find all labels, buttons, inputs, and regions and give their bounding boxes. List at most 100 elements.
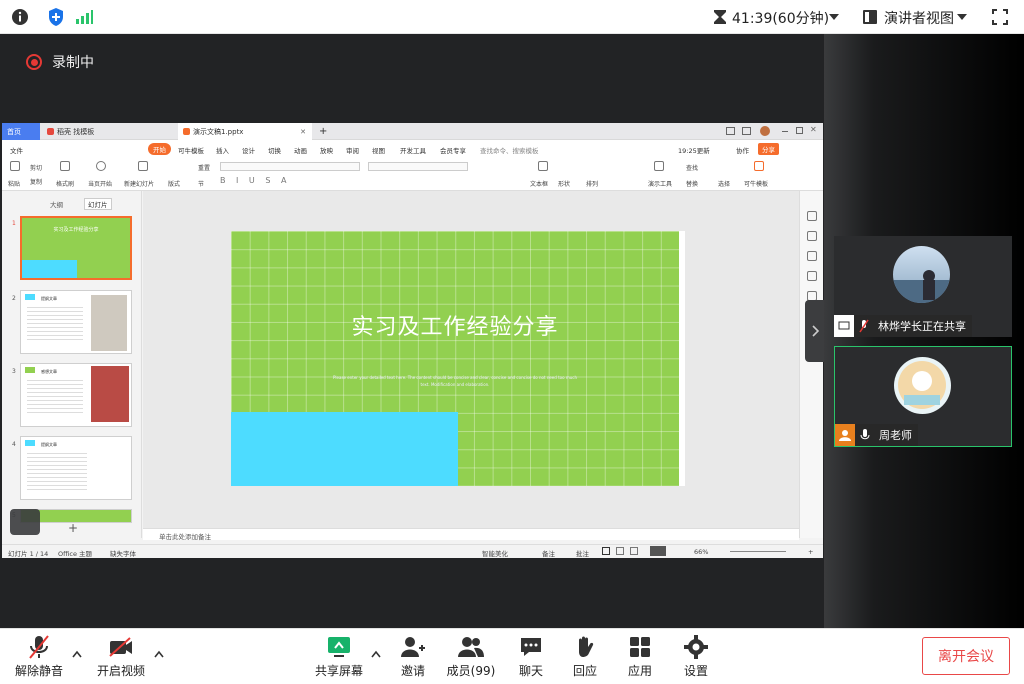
- new-slide-icon[interactable]: [138, 161, 148, 171]
- menu-view[interactable]: 视图: [372, 145, 385, 155]
- missing-font-button[interactable]: 缺失字体: [110, 548, 136, 558]
- add-slide-icon[interactable]: +: [68, 521, 78, 535]
- cut-button[interactable]: 剪切: [30, 163, 42, 172]
- slide-thumbnail-1[interactable]: 实习及工作经验分享: [20, 216, 132, 280]
- play-from-current-icon[interactable]: [96, 161, 106, 171]
- smart-beautify-button[interactable]: 智能美化: [482, 548, 508, 558]
- textbox-icon[interactable]: [538, 161, 548, 171]
- paste-icon[interactable]: [10, 161, 20, 171]
- zoom-in-icon[interactable]: +: [808, 548, 813, 556]
- collab-button[interactable]: 协作: [736, 145, 749, 155]
- reset-button[interactable]: 重置: [198, 163, 210, 172]
- info-icon[interactable]: [10, 7, 30, 27]
- section-button[interactable]: 节: [198, 179, 204, 188]
- chat-label: 聊天: [518, 664, 543, 678]
- replace-button[interactable]: 替换: [686, 179, 698, 188]
- normal-view-icon[interactable]: [602, 547, 610, 555]
- fullscreen-icon[interactable]: [990, 7, 1010, 27]
- play-slideshow-icon[interactable]: [650, 546, 666, 556]
- reading-view-icon[interactable]: [630, 547, 638, 555]
- template-label[interactable]: 可牛模板: [744, 179, 768, 188]
- textbox-label[interactable]: 文本框: [530, 179, 548, 188]
- format-painter-icon[interactable]: [60, 161, 70, 171]
- menu-animation[interactable]: 动画: [294, 145, 307, 155]
- new-slide-label[interactable]: 新建幻灯片: [124, 179, 154, 188]
- slide-thumbnail-2[interactable]: 提纲文章: [20, 290, 132, 354]
- user-avatar[interactable]: [760, 126, 770, 136]
- menu-file[interactable]: 文件: [10, 145, 23, 155]
- tab-home[interactable]: 首页: [2, 123, 40, 140]
- chevron-down-icon[interactable]: [952, 7, 972, 27]
- find-button[interactable]: 查找: [686, 163, 698, 172]
- slide-thumbnail-3[interactable]: 感想文章: [20, 363, 132, 427]
- unmute-button[interactable]: 解除静音: [4, 633, 74, 681]
- tab-docer[interactable]: 稻壳 找模板: [42, 123, 172, 140]
- shield-icon[interactable]: [46, 7, 66, 27]
- share-button[interactable]: 分享: [758, 143, 779, 155]
- tool-icon[interactable]: [807, 231, 817, 241]
- menu-member[interactable]: 会员专享: [440, 145, 466, 155]
- menu-toggle-icon[interactable]: [10, 509, 40, 535]
- comments-toggle[interactable]: 批注: [576, 548, 589, 558]
- sorter-view-icon[interactable]: [616, 547, 624, 555]
- template-icon[interactable]: [754, 161, 764, 171]
- notes-toggle[interactable]: 备注: [542, 548, 555, 558]
- arrange-label[interactable]: 排列: [586, 179, 598, 188]
- menu-templates[interactable]: 可牛模板: [178, 145, 204, 155]
- menu-design[interactable]: 设计: [242, 145, 255, 155]
- font-style-buttons[interactable]: B I U S A: [220, 176, 290, 185]
- chevron-up-icon[interactable]: [72, 649, 82, 659]
- menu-review[interactable]: 审阅: [346, 145, 359, 155]
- menu-start[interactable]: 开始: [148, 143, 171, 155]
- presentation-tools-label[interactable]: 演示工具: [648, 179, 672, 188]
- thumb-accent: [25, 367, 35, 373]
- play-from-current-label[interactable]: 当页开始: [88, 179, 112, 188]
- shape-label[interactable]: 形状: [558, 179, 570, 188]
- view-mode-label[interactable]: 演讲者视图: [884, 8, 954, 28]
- paragraph-tools[interactable]: [368, 162, 468, 171]
- leave-meeting-button[interactable]: 离开会议: [922, 637, 1010, 675]
- grid-icon[interactable]: [742, 127, 751, 135]
- close-tab-icon[interactable]: ✕: [300, 128, 306, 136]
- new-tab-icon[interactable]: +: [314, 123, 328, 140]
- menu-developer[interactable]: 开发工具: [400, 145, 426, 155]
- close-icon[interactable]: ✕: [810, 125, 817, 134]
- outline-tab[interactable]: 大纲: [50, 199, 63, 209]
- tab-presentation[interactable]: 演示文稿1.pptx ✕: [178, 123, 312, 140]
- participant-tile[interactable]: 周老师: [834, 346, 1012, 447]
- presenter-view-icon[interactable]: [860, 7, 880, 27]
- slide-thumbnail-4[interactable]: 提纲文章: [20, 436, 132, 500]
- signal-icon[interactable]: [74, 7, 94, 27]
- layout-icon[interactable]: [726, 127, 735, 135]
- shared-presentation-window: 首页 稻壳 找模板 演示文稿1.pptx ✕ + ✕ 文件 开始 可牛模板 插入…: [2, 123, 823, 558]
- hourglass-icon: [710, 7, 730, 27]
- current-slide[interactable]: 实习及工作经验分享 Please enter your detailed tex…: [231, 231, 679, 486]
- menu-slideshow[interactable]: 放映: [320, 145, 333, 155]
- chevron-up-icon[interactable]: [154, 649, 164, 659]
- maximize-icon[interactable]: [796, 127, 803, 134]
- paste-label[interactable]: 粘贴: [8, 179, 20, 188]
- copy-button[interactable]: 复制: [30, 177, 42, 186]
- presentation-tools-icon[interactable]: [654, 161, 664, 171]
- notes-area[interactable]: 单击此处添加备注: [143, 528, 799, 541]
- zoom-level: 66%: [694, 548, 709, 556]
- start-video-button[interactable]: 开启视频: [86, 633, 156, 681]
- minimize-icon[interactable]: [782, 131, 788, 132]
- settings-button[interactable]: 设置: [661, 633, 731, 681]
- layout-button[interactable]: 版式: [168, 179, 180, 188]
- menu-insert[interactable]: 插入: [216, 145, 229, 155]
- menu-search[interactable]: 查找命令、搜索模板: [480, 145, 539, 155]
- format-painter-label[interactable]: 格式刷: [56, 179, 74, 188]
- chevron-down-icon[interactable]: [824, 7, 844, 27]
- zoom-slider[interactable]: [730, 551, 786, 552]
- tool-icon[interactable]: [807, 211, 817, 221]
- share-screen-button[interactable]: 共享屏幕: [304, 633, 374, 681]
- slides-tab[interactable]: 幻灯片: [84, 198, 112, 210]
- menu-transition[interactable]: 切换: [268, 145, 281, 155]
- tool-icon[interactable]: [807, 271, 817, 281]
- participant-tile[interactable]: 林烨学长正在共享: [834, 236, 1012, 337]
- tool-icon[interactable]: [807, 251, 817, 261]
- slide-number: 3: [12, 368, 16, 375]
- font-select[interactable]: [220, 162, 360, 171]
- select-button[interactable]: 选择: [718, 179, 730, 188]
